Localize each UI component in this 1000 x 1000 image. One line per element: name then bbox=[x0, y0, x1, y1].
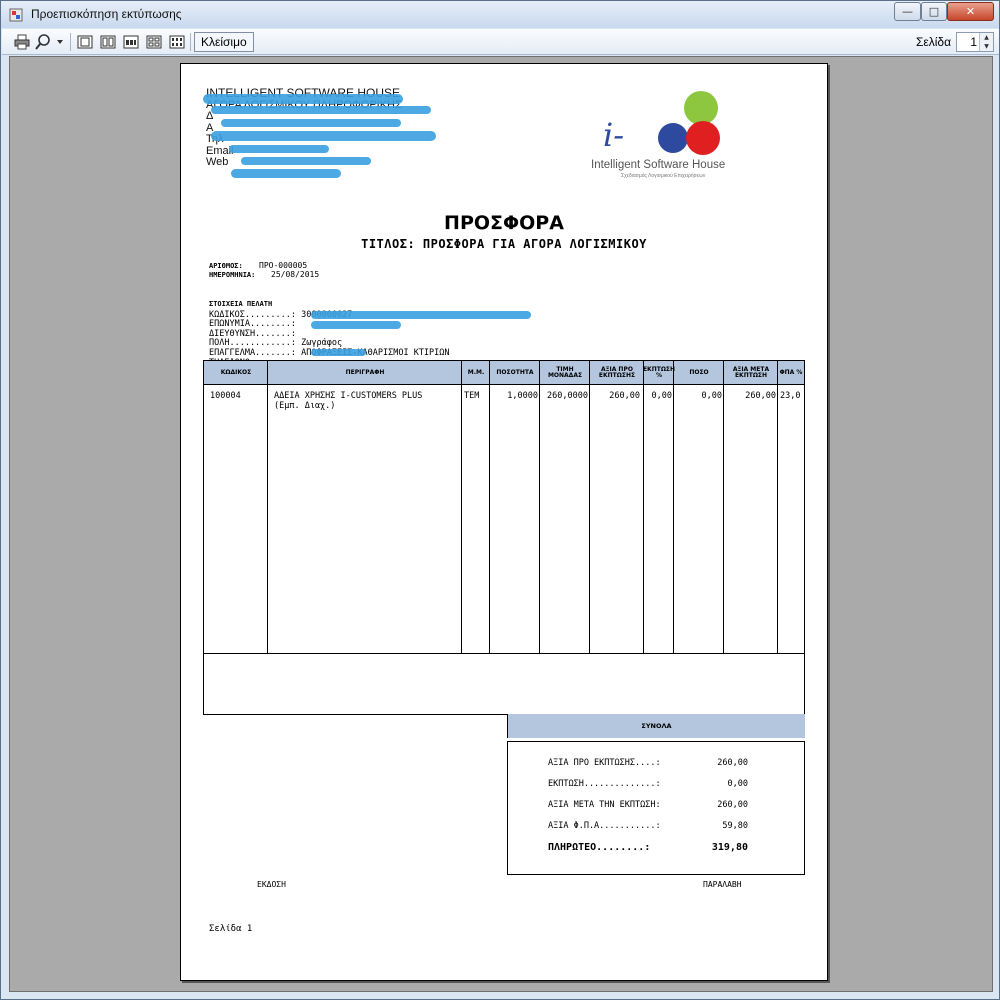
totals-box: ΑΞΙΑ ΠΡΟ ΕΚΠΤΩΣΗΣ....: 260,00 ΕΚΠΤΩΣΗ...… bbox=[507, 741, 805, 875]
six-pages-button[interactable] bbox=[167, 32, 187, 52]
close-preview-button[interactable]: Κλείσιμο bbox=[194, 32, 254, 52]
col-header-vat: ΦΠΑ % bbox=[779, 368, 803, 376]
maximize-button[interactable]: □ bbox=[921, 2, 947, 21]
customer-city: Ζωγράφος bbox=[301, 338, 343, 349]
row-vat: 23,0 bbox=[780, 391, 801, 401]
print-preview-window: Προεπισκόπηση εκτύπωσης — □ ✕ Κλείσιμο Σ… bbox=[0, 0, 1000, 1000]
row-disc-pct: 0,00 bbox=[651, 391, 672, 401]
totals-header: ΣΥΝΟΛΑ bbox=[507, 714, 805, 738]
redaction-mark bbox=[311, 349, 366, 356]
customer-profession-label: ΕΠΑΓΓΕΛΜΑ.......: bbox=[209, 347, 296, 358]
toolbar: Κλείσιμο Σελίδα 1 ▲ ▼ bbox=[2, 29, 999, 55]
four-pages-icon bbox=[146, 35, 162, 49]
customer-address-label: ΔΙΕΥΘΥΝΣΗ.......: bbox=[209, 328, 296, 339]
document-date: 25/08/2015 bbox=[271, 270, 320, 279]
page-number-spinner[interactable]: 1 ▲ ▼ bbox=[956, 32, 994, 52]
totals-vat-value: 59,80 bbox=[722, 821, 748, 831]
three-pages-icon bbox=[123, 35, 139, 49]
printer-icon bbox=[14, 34, 30, 50]
totals-net-label: ΑΞΙΑ ΜΕΤΑ ΤΗΝ ΕΚΠΤΩΣΗ: bbox=[548, 800, 661, 810]
col-header-price: ΤΙΜΗ ΜΟΝΑΔΑΣ bbox=[547, 365, 583, 379]
redaction-mark bbox=[211, 106, 431, 114]
col-header-code: ΚΩΔΙΚΟΣ bbox=[220, 368, 252, 376]
col-header-disc-pct: ΕΚΠΤΩΣΗ % bbox=[642, 365, 676, 379]
totals-net-value: 260,00 bbox=[717, 800, 748, 810]
logo-mark: i- bbox=[603, 116, 624, 154]
print-button[interactable] bbox=[12, 32, 32, 52]
redaction-mark bbox=[229, 145, 329, 153]
document-number-label: ΑΡΙΘΜΟΣ: bbox=[209, 262, 243, 270]
document-subtitle: ΤΙΤΛΟΣ: ΠΡΟΣΦΟΡΑ ΓΙΑ ΑΓΟΡΑ ΛΟΓΙΣΜΙΚΟΥ bbox=[361, 237, 647, 251]
customer-city-label: ΠΟΛΗ............: bbox=[209, 338, 296, 349]
customer-header: ΣΤΟΙΧΕΙΑ ΠΕΛΑΤΗ bbox=[209, 300, 273, 308]
row-description-line2: (Εμπ. Διαχ.) bbox=[274, 401, 336, 411]
redaction-mark bbox=[231, 169, 341, 178]
totals-gross-value: 260,00 bbox=[717, 758, 748, 768]
document-title: ΠΡΟΣΦΟΡΑ bbox=[444, 212, 564, 234]
row-gross: 260,00 bbox=[609, 391, 640, 401]
logo-text: Intelligent Software House bbox=[591, 159, 726, 171]
col-header-unit: Μ.Μ. bbox=[467, 368, 485, 376]
close-window-button[interactable]: ✕ bbox=[947, 2, 994, 21]
document-date-label: ΗΜΕΡΟΜΗΝΙΑ: bbox=[209, 271, 256, 279]
one-page-icon bbox=[77, 35, 93, 49]
one-page-button[interactable] bbox=[75, 32, 95, 52]
totals-gross-label: ΑΞΙΑ ΠΡΟ ΕΚΠΤΩΣΗΣ....: bbox=[548, 758, 661, 768]
logo-subtitle: Σχεδιασμός Λογισμικού Επιχειρήσεων bbox=[621, 173, 706, 179]
redaction-mark bbox=[311, 311, 531, 319]
zoom-dropdown[interactable] bbox=[34, 32, 66, 52]
row-disc-amt: 0,00 bbox=[701, 391, 722, 401]
row-code: 100004 bbox=[210, 391, 241, 401]
col-header-net: ΑΞΙΑ ΜΕΤΑ ΕΚΠΤΩΣΗ bbox=[732, 365, 770, 379]
totals-discount-label: ΕΚΠΤΩΣΗ..............: bbox=[548, 779, 661, 789]
page-number-value: 1 bbox=[970, 35, 977, 49]
items-table: ΚΩΔΙΚΟΣ ΠΕΡΙΓΡΑΦΗ Μ.Μ. ΠΟΣΟΤΗΤΑ ΤΙΜΗ ΜΟΝ… bbox=[203, 360, 805, 654]
preview-area[interactable]: INTELLIGENT SOFTWARE HOUSE ΑΓΟΡΑ ΛΟΓΙΣΜΙ… bbox=[9, 56, 993, 992]
col-header-gross: ΑΞΙΑ ΠΡΟ ΕΚΠΤΩΣΗΣ bbox=[598, 365, 636, 379]
row-description: ΑΔΕΙΑ ΧΡΗΣΗΣ I-CUSTOMERS PLUS (Εμπ. Διαχ… bbox=[274, 391, 460, 411]
col-header-qty: ΠΟΣΟΤΗΤΑ bbox=[496, 368, 534, 376]
totals-vat-label: ΑΞΙΑ Φ.Π.Α...........: bbox=[548, 821, 661, 831]
row-net: 260,00 bbox=[745, 391, 776, 401]
three-pages-button[interactable] bbox=[121, 32, 141, 52]
totals-payable-value: 319,80 bbox=[711, 842, 748, 853]
row-unit: ΤΕΜ bbox=[464, 391, 480, 401]
totals-payable-label: ΠΛΗΡΩΤΕΟ........: bbox=[548, 842, 651, 853]
zoom-icon bbox=[35, 34, 63, 50]
receiver-signature-label: ΠΑΡΑΛΑΒΗ bbox=[703, 880, 742, 889]
document-date-row: ΗΜΕΡΟΜΗΝΙΑ: 25/08/2015 bbox=[209, 270, 319, 281]
issuer-signature-label: ΕΚΔΟΣΗ bbox=[257, 880, 286, 889]
row-price: 260,0000 bbox=[547, 391, 588, 401]
six-pages-icon bbox=[169, 35, 185, 49]
redaction-mark bbox=[221, 119, 401, 127]
customer-name-label: ΕΠΩΝΥΜΙΑ........: bbox=[209, 319, 296, 330]
row-description-line1: ΑΔΕΙΑ ΧΡΗΣΗΣ I-CUSTOMERS PLUS bbox=[274, 391, 423, 401]
redaction-mark bbox=[203, 94, 403, 104]
window-title: Προεπισκόπηση εκτύπωσης bbox=[31, 7, 182, 21]
app-icon bbox=[9, 8, 23, 22]
row-qty: 1,0000 bbox=[507, 391, 538, 401]
items-table-footer bbox=[203, 652, 805, 715]
title-bar: Προεπισκόπηση εκτύπωσης — □ ✕ bbox=[1, 1, 999, 28]
redaction-mark bbox=[311, 321, 401, 329]
document-page: INTELLIGENT SOFTWARE HOUSE ΑΓΟΡΑ ΛΟΓΙΣΜΙ… bbox=[180, 63, 828, 981]
col-header-description: ΠΕΡΙΓΡΑΦΗ bbox=[345, 368, 385, 376]
spinner-arrows-icon[interactable]: ▲ ▼ bbox=[979, 33, 993, 51]
page-footer: Σελίδα 1 bbox=[209, 924, 253, 934]
four-pages-button[interactable] bbox=[144, 32, 164, 52]
page-label: Σελίδα bbox=[916, 35, 952, 49]
two-pages-icon bbox=[100, 35, 116, 49]
customer-code-label: ΚΩΔΙΚΟΣ.........: bbox=[209, 309, 296, 320]
redaction-mark bbox=[211, 131, 436, 141]
redaction-mark bbox=[241, 157, 371, 165]
totals-discount-value: 0,00 bbox=[727, 779, 748, 789]
minimize-button[interactable]: — bbox=[894, 2, 921, 21]
col-header-disc-amt: ΠΟΣΟ bbox=[689, 368, 709, 376]
two-pages-button[interactable] bbox=[98, 32, 118, 52]
